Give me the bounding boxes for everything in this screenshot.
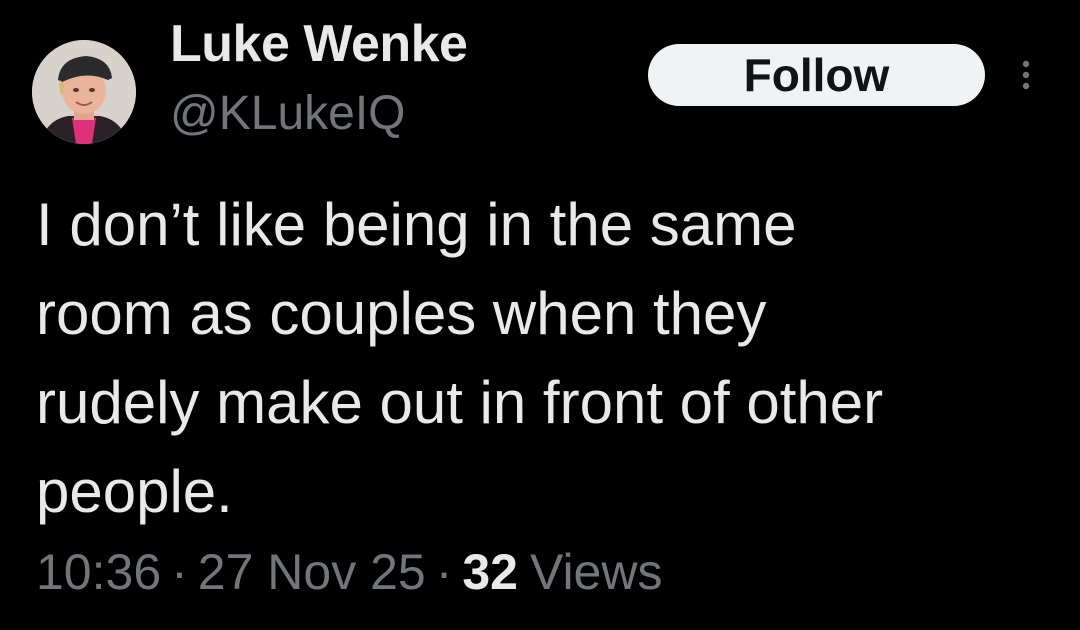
tweet-time[interactable]: 10:36	[36, 543, 161, 601]
more-options-button[interactable]	[1008, 50, 1044, 100]
views-count[interactable]: 32	[462, 543, 518, 601]
meta-separator: ·	[171, 544, 188, 600]
tweet-text: I don’t like being in the same room as c…	[36, 191, 884, 525]
follow-button[interactable]: Follow	[648, 44, 985, 106]
tweet-date[interactable]: 27 Nov 25	[198, 543, 426, 601]
meta-separator: ·	[435, 544, 453, 600]
tweet-meta: 10:36 · 27 Nov 25 · 32 Views	[36, 543, 662, 601]
views-label[interactable]: Views	[530, 543, 662, 601]
avatar-image	[32, 40, 136, 144]
tweet-card: Luke Wenke @KLukeIQ Follow I don’t like …	[0, 0, 1080, 630]
author-display-name[interactable]: Luke Wenke	[170, 14, 468, 74]
author-handle[interactable]: @KLukeIQ	[170, 86, 406, 141]
avatar[interactable]	[32, 40, 136, 144]
more-vertical-icon	[1022, 60, 1030, 90]
